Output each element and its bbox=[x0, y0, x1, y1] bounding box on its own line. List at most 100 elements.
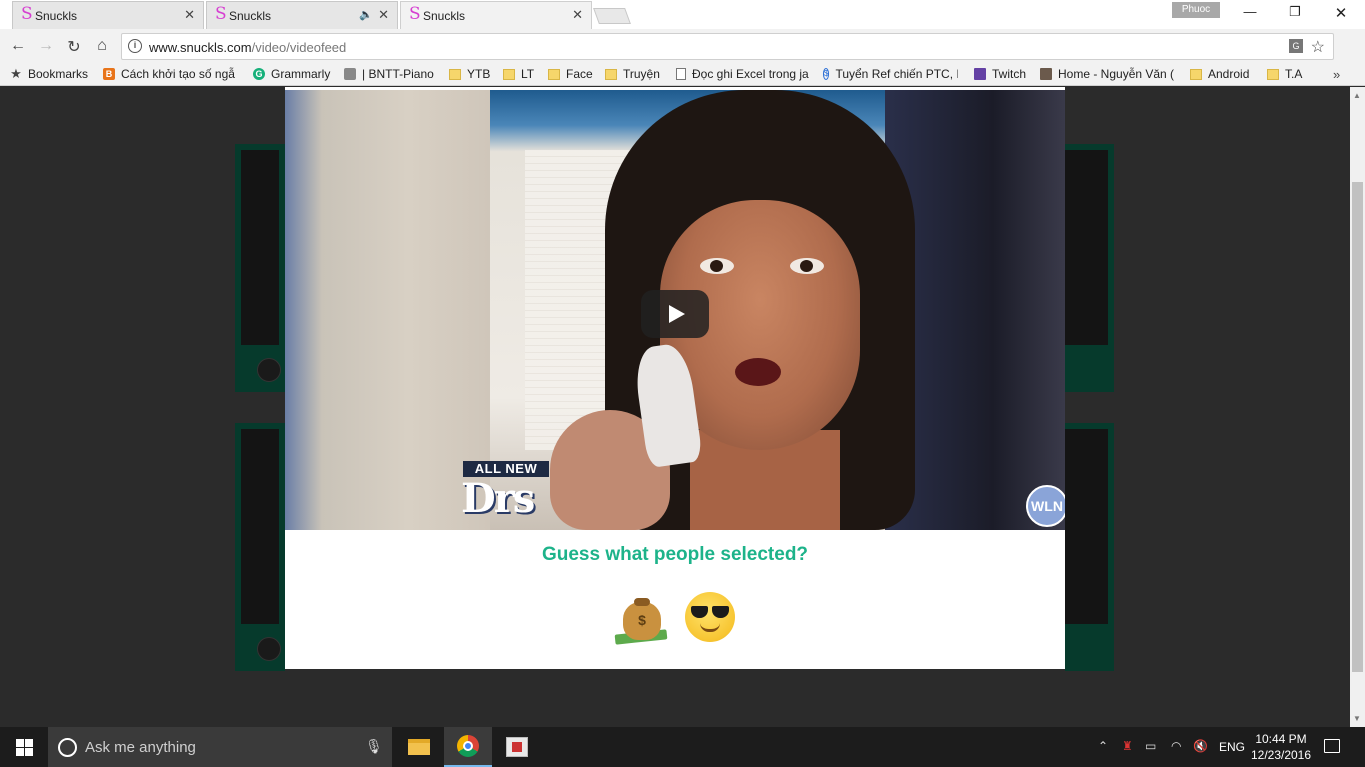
bookmark-label: Face bbox=[566, 67, 593, 81]
network-logo: WLN bbox=[1026, 485, 1065, 527]
profile-button[interactable]: Phuoc bbox=[1172, 2, 1220, 18]
chrome-taskbar-button[interactable] bbox=[444, 727, 492, 767]
tab-title: Snuckls bbox=[35, 8, 78, 23]
feed-card-thumbnail bbox=[1065, 150, 1108, 345]
close-tab-icon[interactable]: ✕ bbox=[378, 7, 389, 23]
feed-card-thumbnail bbox=[241, 150, 279, 345]
page-scrollbar[interactable]: ▲ ▼ bbox=[1350, 87, 1365, 727]
site-icon bbox=[344, 68, 356, 80]
chrome-icon bbox=[457, 735, 479, 757]
bookmark-blogger[interactable]: B Cách khởi tạo số ngẫ bbox=[103, 67, 235, 81]
bookmark-folder-face[interactable]: Face bbox=[548, 67, 593, 81]
snuckls-favicon-icon: S bbox=[409, 4, 421, 24]
bookmark-label: T.A bbox=[1285, 67, 1303, 81]
bookmark-label: Tuyển Ref chiến PTC, I bbox=[835, 67, 958, 81]
feed-card bbox=[235, 423, 285, 671]
bookmark-label: Cách khởi tạo số ngẫ bbox=[121, 67, 235, 81]
video-subject-eye bbox=[790, 258, 824, 274]
document-icon bbox=[676, 68, 686, 80]
bookmark-star-icon[interactable]: ☆ bbox=[1311, 37, 1325, 57]
tab-snuckls-active[interactable]: S Snuckls ✕ bbox=[400, 1, 592, 29]
tab-strip: S Snuckls ✕ S Snuckls 🔈 ✕ S Snuckls ✕ Ph… bbox=[0, 0, 1365, 29]
grammarly-icon: G bbox=[253, 68, 265, 80]
bookmark-ptc[interactable]: $ Tuyển Ref chiến PTC, I bbox=[823, 67, 958, 81]
close-tab-icon[interactable]: ✕ bbox=[184, 7, 195, 23]
security-tray-icon[interactable]: ♜ bbox=[1122, 739, 1133, 753]
windows-logo-icon bbox=[15, 738, 33, 756]
close-tab-icon[interactable]: ✕ bbox=[572, 7, 583, 23]
bookmark-folder-android[interactable]: Android bbox=[1190, 67, 1249, 81]
bag-tie-icon bbox=[634, 598, 650, 606]
minimize-icon[interactable]: — bbox=[1230, 4, 1270, 19]
feed-card bbox=[235, 144, 285, 392]
money-bag-emoji-button[interactable]: $ bbox=[614, 592, 668, 645]
game-app-icon bbox=[506, 737, 528, 757]
avatar-icon bbox=[1040, 68, 1052, 80]
action-center-icon[interactable] bbox=[1324, 739, 1340, 753]
microphone-icon[interactable]: 🎙 bbox=[365, 738, 383, 755]
speaker-muted-icon[interactable]: 🔈 bbox=[359, 8, 373, 21]
cortana-search-box[interactable]: Ask me anything 🎙 bbox=[48, 727, 392, 767]
bookmark-bookmarks[interactable]: ★ Bookmarks bbox=[10, 67, 88, 81]
show-hidden-icons-icon[interactable]: ⌃ bbox=[1098, 739, 1108, 753]
battery-icon[interactable]: ▭ bbox=[1145, 739, 1156, 753]
play-button-icon[interactable] bbox=[641, 290, 709, 338]
scroll-up-icon[interactable]: ▲ bbox=[1353, 91, 1361, 100]
bookmark-folder-lt[interactable]: LT bbox=[503, 67, 534, 81]
bookmark-label: Truyện bbox=[623, 67, 660, 81]
url-host: www.snuckls.com bbox=[149, 40, 252, 55]
language-indicator[interactable]: ENG bbox=[1219, 740, 1245, 754]
bookmark-excel[interactable]: Đọc ghi Excel trong ja bbox=[676, 67, 809, 81]
new-tab-button[interactable] bbox=[593, 8, 631, 24]
bookmark-folder-ta[interactable]: T.A bbox=[1267, 67, 1302, 81]
tab-snuckls-2[interactable]: S Snuckls 🔈 ✕ bbox=[206, 1, 398, 29]
bookmark-twitch[interactable]: Twitch bbox=[974, 67, 1026, 81]
video-player[interactable]: ALL NEW Drs WLN bbox=[285, 90, 1065, 530]
address-url[interactable]: www.snuckls.com/video/videofeed bbox=[149, 40, 346, 55]
folder-icon bbox=[1267, 68, 1279, 80]
sunglasses-face-emoji-button[interactable] bbox=[685, 592, 735, 642]
start-button[interactable] bbox=[0, 727, 48, 767]
search-placeholder: Ask me anything bbox=[85, 739, 196, 756]
translate-icon[interactable]: G bbox=[1289, 39, 1303, 53]
bookmark-folder-truyen[interactable]: Truyện bbox=[605, 67, 660, 81]
answer-choices: $ bbox=[285, 592, 1065, 645]
back-arrow-icon[interactable]: ← bbox=[8, 37, 28, 55]
scrollbar-thumb[interactable] bbox=[1352, 182, 1363, 672]
address-bar[interactable]: i www.snuckls.com/video/videofeed G ☆ bbox=[121, 33, 1334, 60]
dollar-sign-icon: $ bbox=[638, 612, 646, 628]
system-clock[interactable]: 10:44 PM 12/23/2016 bbox=[1248, 731, 1314, 763]
channel-logo-icon bbox=[257, 358, 281, 382]
bookmark-label: | BNTT-Piano bbox=[362, 67, 434, 81]
tab-snuckls-1[interactable]: S Snuckls ✕ bbox=[12, 1, 204, 29]
bookmark-bntt-piano[interactable]: | BNTT-Piano bbox=[344, 67, 434, 81]
home-icon[interactable]: ⌂ bbox=[92, 37, 112, 55]
star-icon: ★ bbox=[10, 66, 22, 81]
smile-icon bbox=[700, 623, 720, 632]
video-frame-bg bbox=[285, 90, 490, 530]
forward-arrow-icon[interactable]: → bbox=[36, 37, 56, 55]
file-explorer-button[interactable] bbox=[395, 727, 443, 767]
file-explorer-icon bbox=[408, 739, 430, 755]
wifi-icon[interactable]: ◠ bbox=[1171, 739, 1181, 753]
more-bookmarks-icon[interactable]: » bbox=[1333, 67, 1340, 82]
bookmark-grammarly[interactable]: G Grammarly bbox=[253, 67, 330, 81]
bookmark-label: Twitch bbox=[992, 67, 1027, 81]
channel-logo-icon bbox=[257, 637, 281, 661]
bookmark-label: Bookmarks bbox=[28, 67, 89, 81]
bookmark-folder-ytb[interactable]: YTB bbox=[449, 67, 490, 81]
maximize-icon[interactable]: ❐ bbox=[1275, 4, 1315, 20]
feed-card bbox=[1065, 144, 1114, 392]
reload-icon[interactable]: ↻ bbox=[64, 37, 84, 57]
site-info-icon[interactable]: i bbox=[128, 39, 142, 53]
question-heading: Guess what people selected? bbox=[541, 544, 809, 565]
snuckls-favicon-icon: S bbox=[21, 4, 33, 24]
bookmark-home-nguyen[interactable]: Home - Nguyễn Văn ( bbox=[1040, 67, 1174, 81]
close-window-icon[interactable]: ✕ bbox=[1321, 4, 1361, 22]
clock-time: 10:44 PM bbox=[1255, 732, 1307, 746]
snuckls-favicon-icon: S bbox=[215, 4, 227, 24]
bookmark-label: Đọc ghi Excel trong ja bbox=[692, 67, 809, 81]
volume-muted-icon[interactable]: 🔇 bbox=[1193, 739, 1208, 753]
game-app-button[interactable] bbox=[493, 727, 541, 767]
scroll-down-icon[interactable]: ▼ bbox=[1353, 714, 1361, 723]
